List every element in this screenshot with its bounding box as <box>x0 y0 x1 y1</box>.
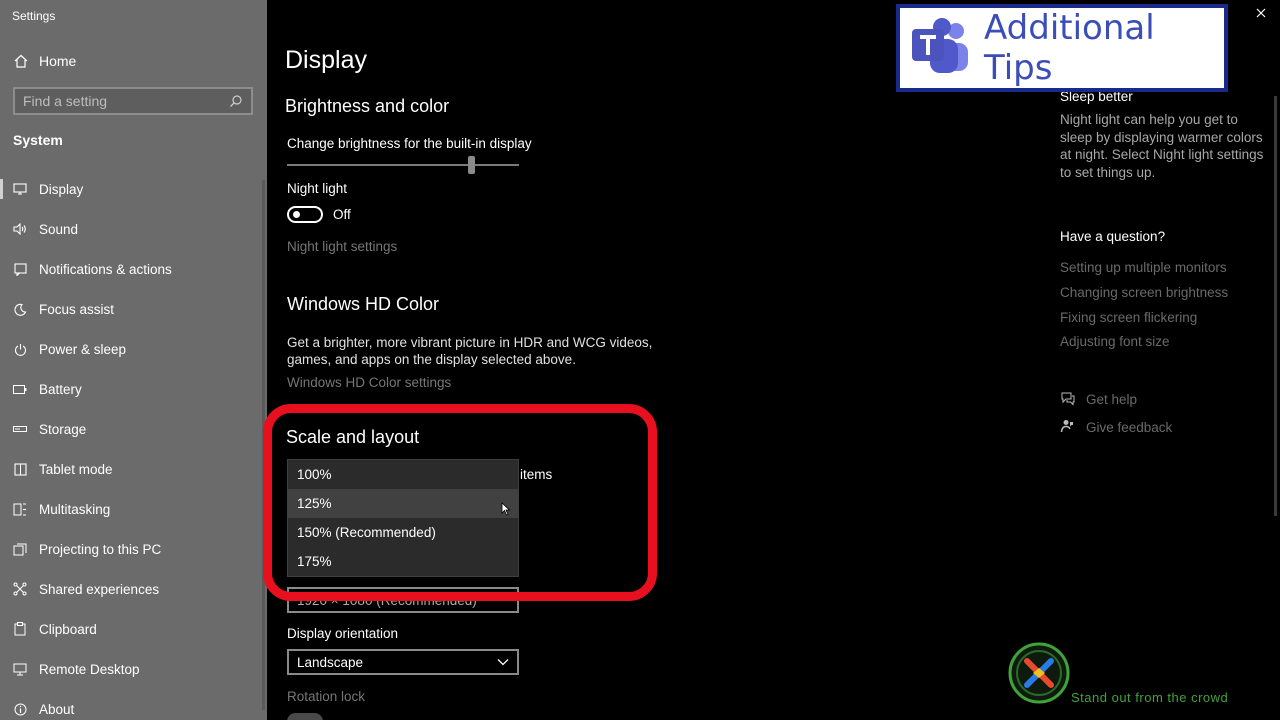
sidebar-item-sound[interactable]: Sound <box>0 209 267 249</box>
sidebar-item-notifications[interactable]: Notifications & actions <box>0 249 267 289</box>
question-title: Have a question? <box>1060 229 1166 244</box>
hdr-heading: Windows HD Color <box>287 294 440 314</box>
sidebar-item-label: Tablet mode <box>39 461 113 477</box>
sidebar-item-label: Remote Desktop <box>39 661 140 677</box>
notification-icon <box>12 261 28 277</box>
window-title: Settings <box>12 9 56 23</box>
night-light-state: Off <box>333 207 351 222</box>
battery-icon <box>12 381 28 397</box>
info-icon <box>12 701 28 717</box>
brightness-slider-track[interactable] <box>287 164 519 166</box>
night-light-settings-link[interactable]: Night light settings <box>287 239 397 254</box>
storage-icon <box>12 421 28 437</box>
sidebar-item-label: Notifications & actions <box>39 261 172 277</box>
help-link-brightness[interactable]: Changing screen brightness <box>1060 285 1228 300</box>
sidebar-item-label: Shared experiences <box>39 581 160 597</box>
sidebar-item-tablet-mode[interactable]: Tablet mode <box>0 449 267 489</box>
get-help-label: Get help <box>1086 391 1138 407</box>
sidebar-item-multitasking[interactable]: Multitasking <box>0 489 267 529</box>
brightness-heading: Brightness and color <box>285 96 450 116</box>
tablet-icon <box>12 461 28 477</box>
sidebar-item-storage[interactable]: Storage <box>0 409 267 449</box>
help-link-flickering[interactable]: Fixing screen flickering <box>1060 310 1197 325</box>
toggle-knob <box>293 211 300 218</box>
orientation-dropdown[interactable]: Landscape <box>287 649 519 675</box>
feedback-icon <box>1060 419 1076 435</box>
give-feedback-link[interactable]: Give feedback <box>1060 419 1172 435</box>
brightness-label: Change brightness for the built-in displ… <box>287 136 532 151</box>
rotation-lock-label: Rotation lock <box>287 689 366 704</box>
night-light-toggle[interactable] <box>287 206 323 223</box>
sidebar-nav: Display Sound Notifications & actions Fo… <box>0 169 267 720</box>
sidebar-item-label: Battery <box>39 381 82 397</box>
main-scrollbar[interactable] <box>1274 96 1277 516</box>
sidebar-item-power-sleep[interactable]: Power & sleep <box>0 329 267 369</box>
search-placeholder: Find a setting <box>23 93 108 109</box>
sidebar-item-label: Storage <box>39 421 87 437</box>
orientation-label: Display orientation <box>287 626 399 641</box>
sidebar-item-label: Clipboard <box>39 621 97 637</box>
monitor-icon <box>12 181 28 197</box>
sidebar-item-projecting[interactable]: Projecting to this PC <box>0 529 267 569</box>
hdr-description: Get a brighter, more vibrant picture in … <box>287 335 653 367</box>
close-icon[interactable] <box>1254 6 1268 20</box>
power-icon <box>12 341 28 357</box>
chevron-down-icon <box>497 658 509 666</box>
banner-text: Additional Tips <box>984 8 1155 88</box>
orientation-value: Landscape <box>297 654 364 670</box>
help-link-font-size[interactable]: Adjusting font size <box>1060 334 1170 349</box>
sidebar-item-label: Sound <box>39 221 79 237</box>
main-content: Display Brightness and color Change brig… <box>267 0 1027 720</box>
sidebar-item-remote-desktop[interactable]: Remote Desktop <box>0 649 267 689</box>
sleep-text: Night light can help you get to sleep by… <box>1060 112 1264 180</box>
chat-help-icon <box>1060 391 1076 407</box>
sidebar-item-label: Display <box>39 181 84 197</box>
watermark-text: Stand out from the crowd <box>1071 690 1229 705</box>
search-input[interactable]: Find a setting <box>13 87 253 115</box>
remote-desktop-icon <box>12 661 28 677</box>
shared-icon <box>12 581 28 597</box>
give-feedback-label: Give feedback <box>1086 419 1173 435</box>
speaker-icon <box>12 221 28 237</box>
sidebar-item-battery[interactable]: Battery <box>0 369 267 409</box>
page-title: Display <box>285 46 367 74</box>
sidebar-item-label: Projecting to this PC <box>39 541 162 557</box>
sidebar-item-shared-experiences[interactable]: Shared experiences <box>0 569 267 609</box>
moon-icon <box>12 301 28 317</box>
tips-banner: Additional Tips <box>896 4 1228 92</box>
sidebar-item-label: Home <box>39 53 77 69</box>
sidebar-item-display[interactable]: Display <box>0 169 267 209</box>
sidebar-item-about[interactable]: About <box>0 689 267 720</box>
teams-logo-icon <box>910 15 972 82</box>
get-help-link[interactable]: Get help <box>1060 391 1137 407</box>
sidebar-item-home[interactable]: Home <box>0 48 267 74</box>
night-light-label: Night light <box>287 181 348 196</box>
projector-icon <box>12 541 28 557</box>
sidebar-item-label: Power & sleep <box>39 341 127 357</box>
watermark-logo-icon <box>1008 642 1070 704</box>
brightness-slider-thumb[interactable] <box>468 156 475 174</box>
sidebar: Settings Home Find a setting System Disp… <box>0 0 267 720</box>
hdr-settings-link[interactable]: Windows HD Color settings <box>287 375 451 390</box>
sidebar-item-label: About <box>39 701 75 717</box>
section-title: System <box>13 132 63 148</box>
multitasking-icon <box>12 501 28 517</box>
highlight-box <box>263 404 657 601</box>
sidebar-item-clipboard[interactable]: Clipboard <box>0 609 267 649</box>
rotation-lock-toggle[interactable] <box>287 713 323 720</box>
sidebar-item-label: Multitasking <box>39 501 111 517</box>
clipboard-icon <box>12 621 28 637</box>
sidebar-item-label: Focus assist <box>39 301 115 317</box>
search-icon[interactable] <box>229 94 243 108</box>
home-icon <box>14 54 28 68</box>
help-link-monitors[interactable]: Setting up multiple monitors <box>1060 260 1227 275</box>
sidebar-item-focus-assist[interactable]: Focus assist <box>0 289 267 329</box>
